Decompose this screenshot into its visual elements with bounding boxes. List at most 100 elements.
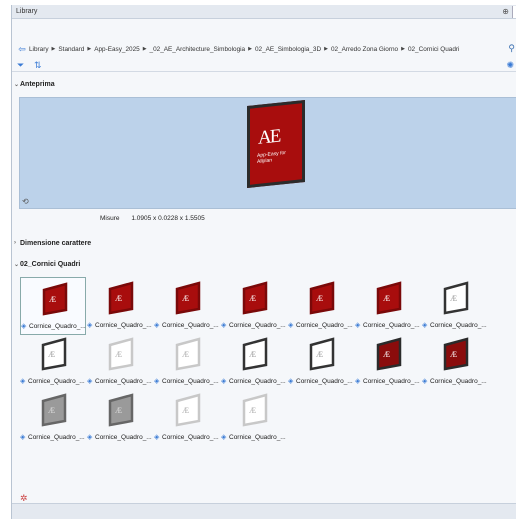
section-preview-header[interactable]: ⌄ Anteprima — [14, 81, 55, 88]
library-item[interactable]: Æ ◈ Cornice_Quadro_... — [221, 333, 287, 391]
item-thumbnail: Æ — [242, 337, 268, 371]
chevron-right-icon: › — [14, 240, 16, 246]
object-cube-icon: ◈ — [221, 378, 227, 385]
settings-icon[interactable]: ✺ — [506, 60, 514, 71]
object-cube-icon: ◈ — [422, 322, 428, 329]
object-cube-icon: ◈ — [154, 434, 160, 441]
item-label: Cornice_Quadro_... — [296, 378, 353, 385]
svg-text:Æ: Æ — [49, 295, 56, 304]
library-item[interactable]: Æ ◈ Cornice_Quadro_... — [87, 389, 153, 447]
item-thumbnail: Æ — [108, 337, 134, 371]
breadcrumb-item[interactable]: 02_Arredo Zona Giorno — [331, 46, 398, 53]
object-cube-icon: ◈ — [355, 322, 361, 329]
library-item[interactable]: Æ ◈ Cornice_Quadro_... — [154, 277, 220, 335]
library-item[interactable]: Æ ◈ Cornice_Quadro_... — [288, 277, 354, 335]
toolbar: ⏷ ⇅ ✺ — [12, 59, 516, 72]
item-thumbnail: Æ — [309, 281, 335, 315]
item-label: Cornice_Quadro_... — [162, 322, 219, 329]
item-label: Cornice_Quadro_... — [430, 322, 487, 329]
svg-text:Æ: Æ — [316, 350, 323, 359]
item-caption: ◈ Cornice_Quadro_... — [355, 378, 423, 385]
library-item[interactable]: Æ ◈ Cornice_Quadro_... — [87, 277, 153, 335]
item-label: Cornice_Quadro_... — [29, 323, 86, 330]
preview-logo: AE — [258, 125, 280, 149]
library-item[interactable]: Æ ◈ Cornice_Quadro_... — [154, 333, 220, 391]
title-bar: Library ⊕ — [12, 5, 516, 19]
item-caption: ◈ Cornice_Quadro_... — [221, 378, 289, 385]
chevron-down-icon: ⌄ — [14, 82, 20, 88]
breadcrumb-separator-icon: ▶ — [324, 46, 328, 52]
measure-row: Misure 1.0905 x 0.0228 x 1.5505 — [100, 215, 205, 222]
object-cube-icon: ◈ — [221, 322, 227, 329]
object-cube-icon: ◈ — [87, 322, 93, 329]
svg-text:Æ: Æ — [450, 350, 457, 359]
object-cube-icon: ◈ — [87, 378, 93, 385]
library-item[interactable]: Æ ◈ Cornice_Quadro_... — [87, 333, 153, 391]
item-thumbnail: Æ — [242, 393, 268, 427]
section-size-header[interactable]: › Dimensione carattere — [14, 240, 91, 247]
breadcrumb-item[interactable]: App-Easy_2025 — [94, 46, 139, 53]
library-item[interactable]: Æ ◈ Cornice_Quadro_... — [422, 277, 488, 335]
object-cube-icon: ◈ — [288, 322, 294, 329]
item-thumbnail: Æ — [443, 281, 469, 315]
object-cube-icon: ◈ — [21, 323, 27, 330]
item-label: Cornice_Quadro_... — [229, 434, 286, 441]
breadcrumb-separator-icon: ▶ — [248, 46, 252, 52]
section-folder-header[interactable]: ⌄ 02_Cornici Quadri — [14, 261, 80, 268]
rotate-view-icon[interactable]: ⟲ — [22, 197, 29, 206]
chevron-down-icon: ⌄ — [14, 262, 20, 268]
measure-value: 1.0905 x 0.0228 x 1.5505 — [131, 215, 205, 222]
sort-icon[interactable]: ⇅ — [34, 60, 42, 71]
library-item[interactable]: Æ ◈ Cornice_Quadro_... — [20, 277, 86, 335]
panel-edge — [512, 6, 516, 18]
item-label: Cornice_Quadro_... — [95, 434, 152, 441]
library-item[interactable]: Æ ◈ Cornice_Quadro_... — [355, 333, 421, 391]
search-icon[interactable]: ⚲ — [508, 43, 515, 54]
pin-icon[interactable]: ⊕ — [502, 7, 509, 16]
svg-text:Æ: Æ — [383, 350, 390, 359]
item-thumbnail: Æ — [41, 393, 67, 427]
breadcrumb-separator-icon: ▶ — [401, 46, 405, 52]
library-item[interactable]: Æ ◈ Cornice_Quadro_... — [20, 389, 86, 447]
library-item[interactable]: Æ ◈ Cornice_Quadro_... — [221, 389, 287, 447]
item-thumbnail: Æ — [376, 337, 402, 371]
svg-text:Æ: Æ — [182, 350, 189, 359]
item-caption: ◈ Cornice_Quadro_... — [21, 323, 89, 330]
breadcrumb-item[interactable]: Library — [29, 46, 49, 53]
library-item[interactable]: Æ ◈ Cornice_Quadro_... — [288, 333, 354, 391]
breadcrumb-item[interactable]: Standard — [58, 46, 84, 53]
object-cube-icon: ◈ — [20, 378, 26, 385]
library-item[interactable]: Æ ◈ Cornice_Quadro_... — [20, 333, 86, 391]
item-caption: ◈ Cornice_Quadro_... — [20, 378, 88, 385]
svg-text:Æ: Æ — [249, 350, 256, 359]
object-cube-icon: ◈ — [20, 434, 26, 441]
object-cube-icon: ◈ — [87, 434, 93, 441]
filter-icon[interactable]: ⏷ — [17, 60, 24, 71]
breadcrumb-item-current[interactable]: 02_Cornici Quadri — [408, 46, 460, 53]
item-thumbnail: Æ — [175, 281, 201, 315]
breadcrumb-separator-icon: ▶ — [87, 46, 92, 52]
measure-label: Misure — [100, 215, 120, 222]
object-cube-icon: ◈ — [154, 322, 160, 329]
breadcrumb-item[interactable]: 02_AE_Simbologia_3D — [255, 46, 321, 53]
item-caption: ◈ Cornice_Quadro_... — [87, 434, 155, 441]
item-label: Cornice_Quadro_... — [95, 378, 152, 385]
item-label: Cornice_Quadro_... — [28, 378, 85, 385]
back-arrow-icon[interactable]: ⇦ — [15, 44, 29, 55]
library-item[interactable]: Æ ◈ Cornice_Quadro_... — [355, 277, 421, 335]
item-thumbnail: Æ — [42, 282, 68, 316]
svg-text:Æ: Æ — [48, 406, 55, 415]
object-cube-icon: ◈ — [288, 378, 294, 385]
breadcrumb-item[interactable]: _02_AE_Architecture_Simbologia — [150, 46, 246, 53]
item-thumbnail: Æ — [175, 393, 201, 427]
library-item[interactable]: Æ ◈ Cornice_Quadro_... — [154, 389, 220, 447]
item-thumbnail: Æ — [242, 281, 268, 315]
item-caption: ◈ Cornice_Quadro_... — [221, 322, 289, 329]
svg-text:Æ: Æ — [249, 294, 256, 303]
item-label: Cornice_Quadro_... — [430, 378, 487, 385]
object-cube-icon: ◈ — [355, 378, 361, 385]
library-item[interactable]: Æ ◈ Cornice_Quadro_... — [422, 333, 488, 391]
svg-text:Æ: Æ — [115, 294, 122, 303]
library-item[interactable]: Æ ◈ Cornice_Quadro_... — [221, 277, 287, 335]
item-caption: ◈ Cornice_Quadro_... — [288, 322, 356, 329]
